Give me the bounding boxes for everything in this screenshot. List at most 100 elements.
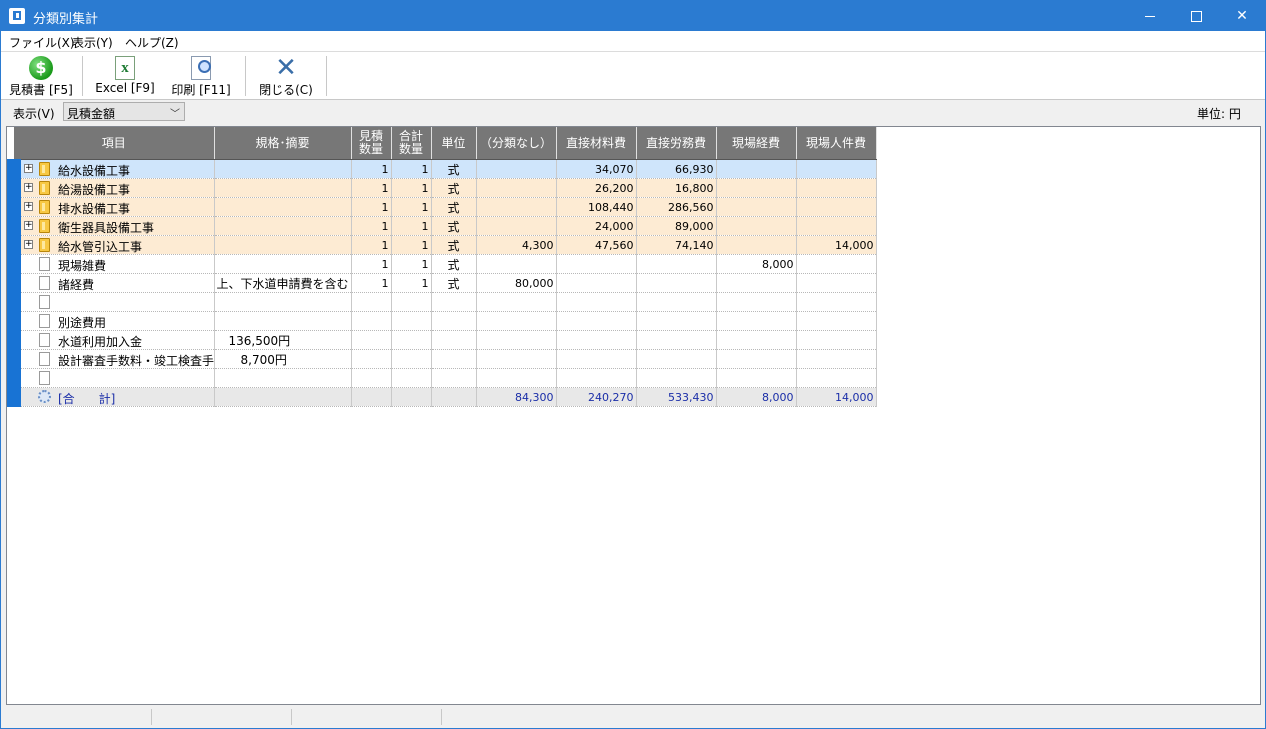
item-cell[interactable]: 諸経費: [7, 273, 215, 293]
item-cell[interactable]: [7, 368, 215, 388]
unclassified-cell[interactable]: 80,000: [476, 273, 557, 293]
labor-cell[interactable]: [636, 254, 717, 274]
labor-cell[interactable]: 74,140: [636, 235, 717, 255]
labor-cell[interactable]: [636, 311, 717, 331]
table-row[interactable]: 現場雑費 1 1 式 8,000: [7, 254, 877, 274]
spec-cell[interactable]: 8,700円: [214, 349, 352, 369]
unit-cell[interactable]: 式: [431, 273, 477, 293]
site-personnel-cell[interactable]: [796, 292, 877, 312]
site-personnel-cell[interactable]: [796, 197, 877, 217]
material-cell[interactable]: 240,270: [556, 387, 637, 407]
est-qty-cell[interactable]: [351, 387, 392, 407]
column-header-unit[interactable]: 単位: [431, 127, 477, 160]
item-cell[interactable]: + 給水設備工事: [7, 159, 215, 179]
labor-cell[interactable]: [636, 330, 717, 350]
site-personnel-cell[interactable]: [796, 311, 877, 331]
item-cell[interactable]: 水道利用加入金: [7, 330, 215, 350]
column-header-total-qty[interactable]: 合計 数量: [391, 127, 432, 160]
site-expense-cell[interactable]: [716, 330, 797, 350]
table-row[interactable]: + 衛生器具設備工事 1 1 式 24,000 89,000: [7, 216, 877, 236]
table-row[interactable]: + 給湯設備工事 1 1 式 26,200 16,800: [7, 178, 877, 198]
spec-cell[interactable]: 136,500円: [214, 330, 352, 350]
unclassified-cell[interactable]: [476, 254, 557, 274]
item-cell[interactable]: 現場雑費: [7, 254, 215, 274]
site-personnel-cell[interactable]: [796, 216, 877, 236]
labor-cell[interactable]: [636, 349, 717, 369]
column-header-material[interactable]: 直接材料費: [556, 127, 637, 160]
site-personnel-cell[interactable]: [796, 159, 877, 179]
est-qty-cell[interactable]: 1: [351, 159, 392, 179]
labor-cell[interactable]: [636, 368, 717, 388]
total-qty-cell[interactable]: [391, 311, 432, 331]
est-qty-cell[interactable]: 1: [351, 235, 392, 255]
minimize-button[interactable]: [1127, 1, 1173, 31]
est-qty-cell[interactable]: 1: [351, 216, 392, 236]
unclassified-cell[interactable]: [476, 178, 557, 198]
total-qty-cell[interactable]: 1: [391, 273, 432, 293]
unit-cell[interactable]: [431, 292, 477, 312]
table-row[interactable]: 設計審査手数料・竣工検査手数料 8,700円: [7, 349, 877, 369]
column-header-item[interactable]: 項目: [14, 127, 215, 160]
column-header-site-personnel[interactable]: 現場人件費: [796, 127, 877, 160]
print-button[interactable]: 印刷 [F11]: [165, 54, 237, 97]
est-qty-cell[interactable]: [351, 349, 392, 369]
labor-cell[interactable]: 533,430: [636, 387, 717, 407]
unclassified-cell[interactable]: [476, 330, 557, 350]
item-cell[interactable]: + 排水設備工事: [7, 197, 215, 217]
unit-cell[interactable]: [431, 330, 477, 350]
unit-cell[interactable]: 式: [431, 216, 477, 236]
unit-cell[interactable]: [431, 349, 477, 369]
site-personnel-cell[interactable]: [796, 178, 877, 198]
table-row[interactable]: [7, 292, 877, 312]
total-qty-cell[interactable]: 1: [391, 197, 432, 217]
site-personnel-cell[interactable]: 14,000: [796, 235, 877, 255]
material-cell[interactable]: 24,000: [556, 216, 637, 236]
spec-cell[interactable]: [214, 292, 352, 312]
menu-help[interactable]: ヘルプ(Z): [125, 34, 179, 51]
title-bar[interactable]: 分類別集計 ✕: [1, 1, 1265, 31]
est-qty-cell[interactable]: 1: [351, 254, 392, 274]
spec-cell[interactable]: [214, 178, 352, 198]
labor-cell[interactable]: 286,560: [636, 197, 717, 217]
unclassified-cell[interactable]: [476, 216, 557, 236]
column-header-unclassified[interactable]: （分類なし）: [476, 127, 557, 160]
site-expense-cell[interactable]: 8,000: [716, 387, 797, 407]
table-row[interactable]: 別途費用: [7, 311, 877, 331]
total-qty-cell[interactable]: 1: [391, 235, 432, 255]
spec-cell[interactable]: 上、下水道申請費を含む: [214, 273, 352, 293]
total-qty-cell[interactable]: 1: [391, 254, 432, 274]
menu-view[interactable]: 表示(Y): [72, 34, 113, 51]
site-personnel-cell[interactable]: 14,000: [796, 387, 877, 407]
table-row[interactable]: 諸経費 上、下水道申請費を含む 1 1 式 80,000: [7, 273, 877, 293]
close-window-button[interactable]: ✕: [1219, 1, 1265, 31]
unclassified-cell[interactable]: [476, 368, 557, 388]
unclassified-cell[interactable]: [476, 197, 557, 217]
item-cell[interactable]: + 衛生器具設備工事: [7, 216, 215, 236]
column-header-est-qty[interactable]: 見積 数量: [351, 127, 392, 160]
unit-cell[interactable]: 式: [431, 235, 477, 255]
site-expense-cell[interactable]: [716, 216, 797, 236]
total-qty-cell[interactable]: [391, 368, 432, 388]
labor-cell[interactable]: 16,800: [636, 178, 717, 198]
spec-cell[interactable]: [214, 311, 352, 331]
spec-cell[interactable]: [214, 216, 352, 236]
unclassified-cell[interactable]: 84,300: [476, 387, 557, 407]
unclassified-cell[interactable]: [476, 292, 557, 312]
close-button[interactable]: ✕ 閉じる(C): [253, 54, 319, 97]
material-cell[interactable]: [556, 292, 637, 312]
est-qty-cell[interactable]: [351, 311, 392, 331]
total-row[interactable]: [合 計] 84,300 240,270 533,430 8,000 14,000: [7, 387, 877, 407]
total-qty-cell[interactable]: [391, 349, 432, 369]
site-personnel-cell[interactable]: [796, 273, 877, 293]
expand-icon[interactable]: +: [28, 240, 33, 249]
material-cell[interactable]: 34,070: [556, 159, 637, 179]
total-qty-cell[interactable]: 1: [391, 178, 432, 198]
table-row[interactable]: + 給水設備工事 1 1 式 34,070 66,930: [7, 159, 877, 179]
material-cell[interactable]: 108,440: [556, 197, 637, 217]
total-qty-cell[interactable]: [391, 330, 432, 350]
item-cell[interactable]: 設計審査手数料・竣工検査手数料: [7, 349, 215, 369]
site-expense-cell[interactable]: [716, 197, 797, 217]
total-qty-cell[interactable]: [391, 292, 432, 312]
spec-cell[interactable]: [214, 235, 352, 255]
expand-icon[interactable]: +: [28, 164, 33, 173]
